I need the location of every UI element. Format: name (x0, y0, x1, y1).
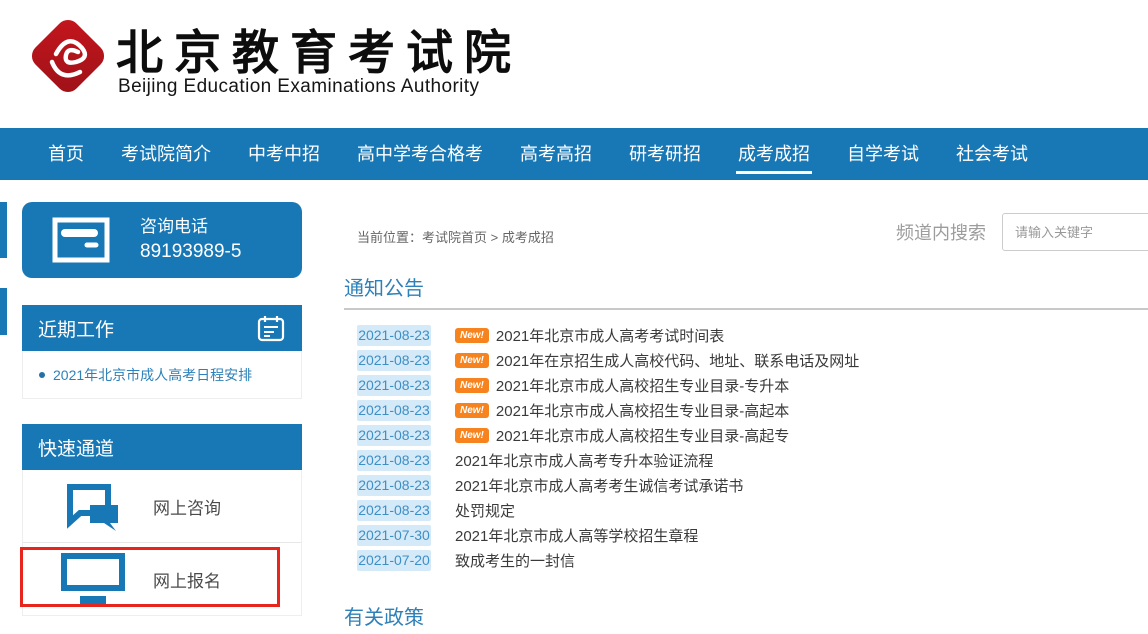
breadcrumb: 当前位置：考试院首页 > 成考成招 (357, 227, 554, 246)
calendar-icon (256, 313, 286, 343)
new-badge: New! (455, 428, 489, 443)
recent-work-link[interactable]: 2021年北京市成人高考日程安排 (23, 351, 301, 398)
site-title-en: Beijing Education Examinations Authority (118, 76, 479, 98)
nav-item-7[interactable]: 自学考试 (847, 128, 919, 180)
main-nav: 首页考试院简介中考中招高中学考合格考高考高招研考研招成考成招自学考试社会考试 (0, 128, 1148, 180)
notice-row[interactable]: 2021-08-23 New! 2021年在京招生成人高校代码、地址、联系电话及网址 (357, 348, 1148, 373)
nav-item-0[interactable]: 首页 (48, 128, 84, 180)
quick-item-label: 网上报名 (153, 567, 221, 592)
notice-section-title: 通知公告 (344, 272, 424, 301)
notice-date-badge: 2021-08-23 (357, 500, 431, 521)
hotline-number: 89193989-5 (140, 239, 241, 265)
beea-diamond-logo (26, 10, 112, 111)
nav-item-2[interactable]: 中考中招 (248, 128, 320, 180)
nav-item-8[interactable]: 社会考试 (956, 128, 1028, 180)
notice-date-badge: 2021-08-23 (357, 475, 431, 496)
quick-item-label: 网上咨询 (153, 494, 221, 519)
nav-item-1[interactable]: 考试院简介 (121, 128, 211, 180)
notice-row[interactable]: 2021-07-30 2021年北京市成人高等学校招生章程 (357, 523, 1148, 548)
notice-link-title: 2021年北京市成人高校招生专业目录-高起专 (496, 425, 789, 446)
notice-link-title: 2021年北京市成人高等学校招生章程 (455, 525, 698, 546)
notice-link-title: 2021年北京市成人高考考试时间表 (496, 325, 724, 346)
notice-link-title: 致成考生的一封信 (455, 550, 575, 571)
quick-item-online-signup[interactable]: 网上报名 (23, 542, 301, 615)
quick-channel-box: 快速通道 网上咨询 网上报名 (22, 425, 302, 616)
notice-row[interactable]: 2021-08-23 New! 2021年北京市成人高考考试时间表 (357, 323, 1148, 348)
nav-item-3[interactable]: 高中学考合格考 (357, 128, 483, 180)
page: ☎ 咨询电话：010- 北京教育考试院 Beijing Education Ex… (0, 0, 1148, 634)
notice-date-badge: 2021-07-30 (357, 525, 431, 546)
chat-bubbles-icon (61, 481, 125, 531)
left-edge-fragment (0, 202, 7, 258)
notice-row[interactable]: 2021-08-23 New! 2021年北京市成人高校招生专业目录-高起专 (357, 423, 1148, 448)
notice-date-badge: 2021-08-23 (357, 425, 431, 446)
phone-card-icon (52, 217, 110, 263)
notice-date-badge: 2021-08-23 (357, 375, 431, 396)
nav-item-6-active[interactable]: 成考成招 (738, 128, 810, 180)
new-badge: New! (455, 328, 489, 343)
notice-link-title: 2021年在京招生成人高校代码、地址、联系电话及网址 (496, 350, 859, 371)
notice-date-badge: 2021-08-23 (357, 450, 431, 471)
recent-work-box: 近期工作 2021年北京市成人高考日程安排 (22, 306, 302, 399)
new-badge: New! (455, 353, 489, 368)
notice-link-title: 2021年北京市成人高校招生专业目录-高起本 (496, 400, 789, 421)
policy-section-title: 有关政策 (344, 601, 424, 630)
recent-work-title: 近期工作 (38, 315, 114, 342)
quick-item-online-consult[interactable]: 网上咨询 (23, 470, 301, 542)
bullet-dot (39, 372, 45, 378)
notice-row[interactable]: 2021-08-23 New! 2021年北京市成人高校招生专业目录-高起本 (357, 398, 1148, 423)
notice-link-title: 2021年北京市成人高考专升本验证流程 (455, 450, 713, 471)
hotline-label: 咨询电话 (140, 216, 241, 239)
search-input[interactable] (1002, 213, 1148, 251)
notice-row[interactable]: 2021-07-20 致成考生的一封信 (357, 548, 1148, 573)
site-title-cn: 北京教育考试院 (116, 14, 522, 83)
notice-row[interactable]: 2021-08-23 2021年北京市成人高考专升本验证流程 (357, 448, 1148, 473)
notice-list: 2021-08-23New!2021年北京市成人高考考试时间表2021-08-2… (357, 323, 1148, 573)
monitor-icon (61, 553, 125, 605)
nav-item-4[interactable]: 高考高招 (520, 128, 592, 180)
quick-channel-title: 快速通道 (38, 434, 114, 461)
left-edge-fragment (0, 288, 7, 335)
section-divider (344, 308, 1148, 310)
site-header: 北京教育考试院 Beijing Education Examinations A… (0, 0, 1148, 128)
channel-search-label: 频道内搜索 (896, 219, 986, 245)
notice-link-title: 2021年北京市成人高考考生诚信考试承诺书 (455, 475, 743, 496)
recent-work-link-label: 2021年北京市成人高考日程安排 (53, 365, 252, 385)
notice-link-title: 2021年北京市成人高校招生专业目录-专升本 (496, 375, 789, 396)
notice-date-badge: 2021-08-23 (357, 350, 431, 371)
notice-row[interactable]: 2021-08-23 2021年北京市成人高考考生诚信考试承诺书 (357, 473, 1148, 498)
nav-item-5[interactable]: 研考研招 (629, 128, 701, 180)
notice-row[interactable]: 2021-08-23 New! 2021年北京市成人高校招生专业目录-专升本 (357, 373, 1148, 398)
notice-date-badge: 2021-07-20 (357, 550, 431, 571)
notice-date-badge: 2021-08-23 (357, 400, 431, 421)
hotline-card: 咨询电话 89193989-5 (22, 202, 302, 278)
notice-row[interactable]: 2021-08-23 处罚规定 (357, 498, 1148, 523)
notice-date-badge: 2021-08-23 (357, 325, 431, 346)
notice-link-title: 处罚规定 (455, 500, 515, 521)
new-badge: New! (455, 403, 489, 418)
new-badge: New! (455, 378, 489, 393)
main-content: 当前位置：考试院首页 > 成考成招 频道内搜索 通知公告 2021-08-23 N… (330, 202, 1148, 634)
